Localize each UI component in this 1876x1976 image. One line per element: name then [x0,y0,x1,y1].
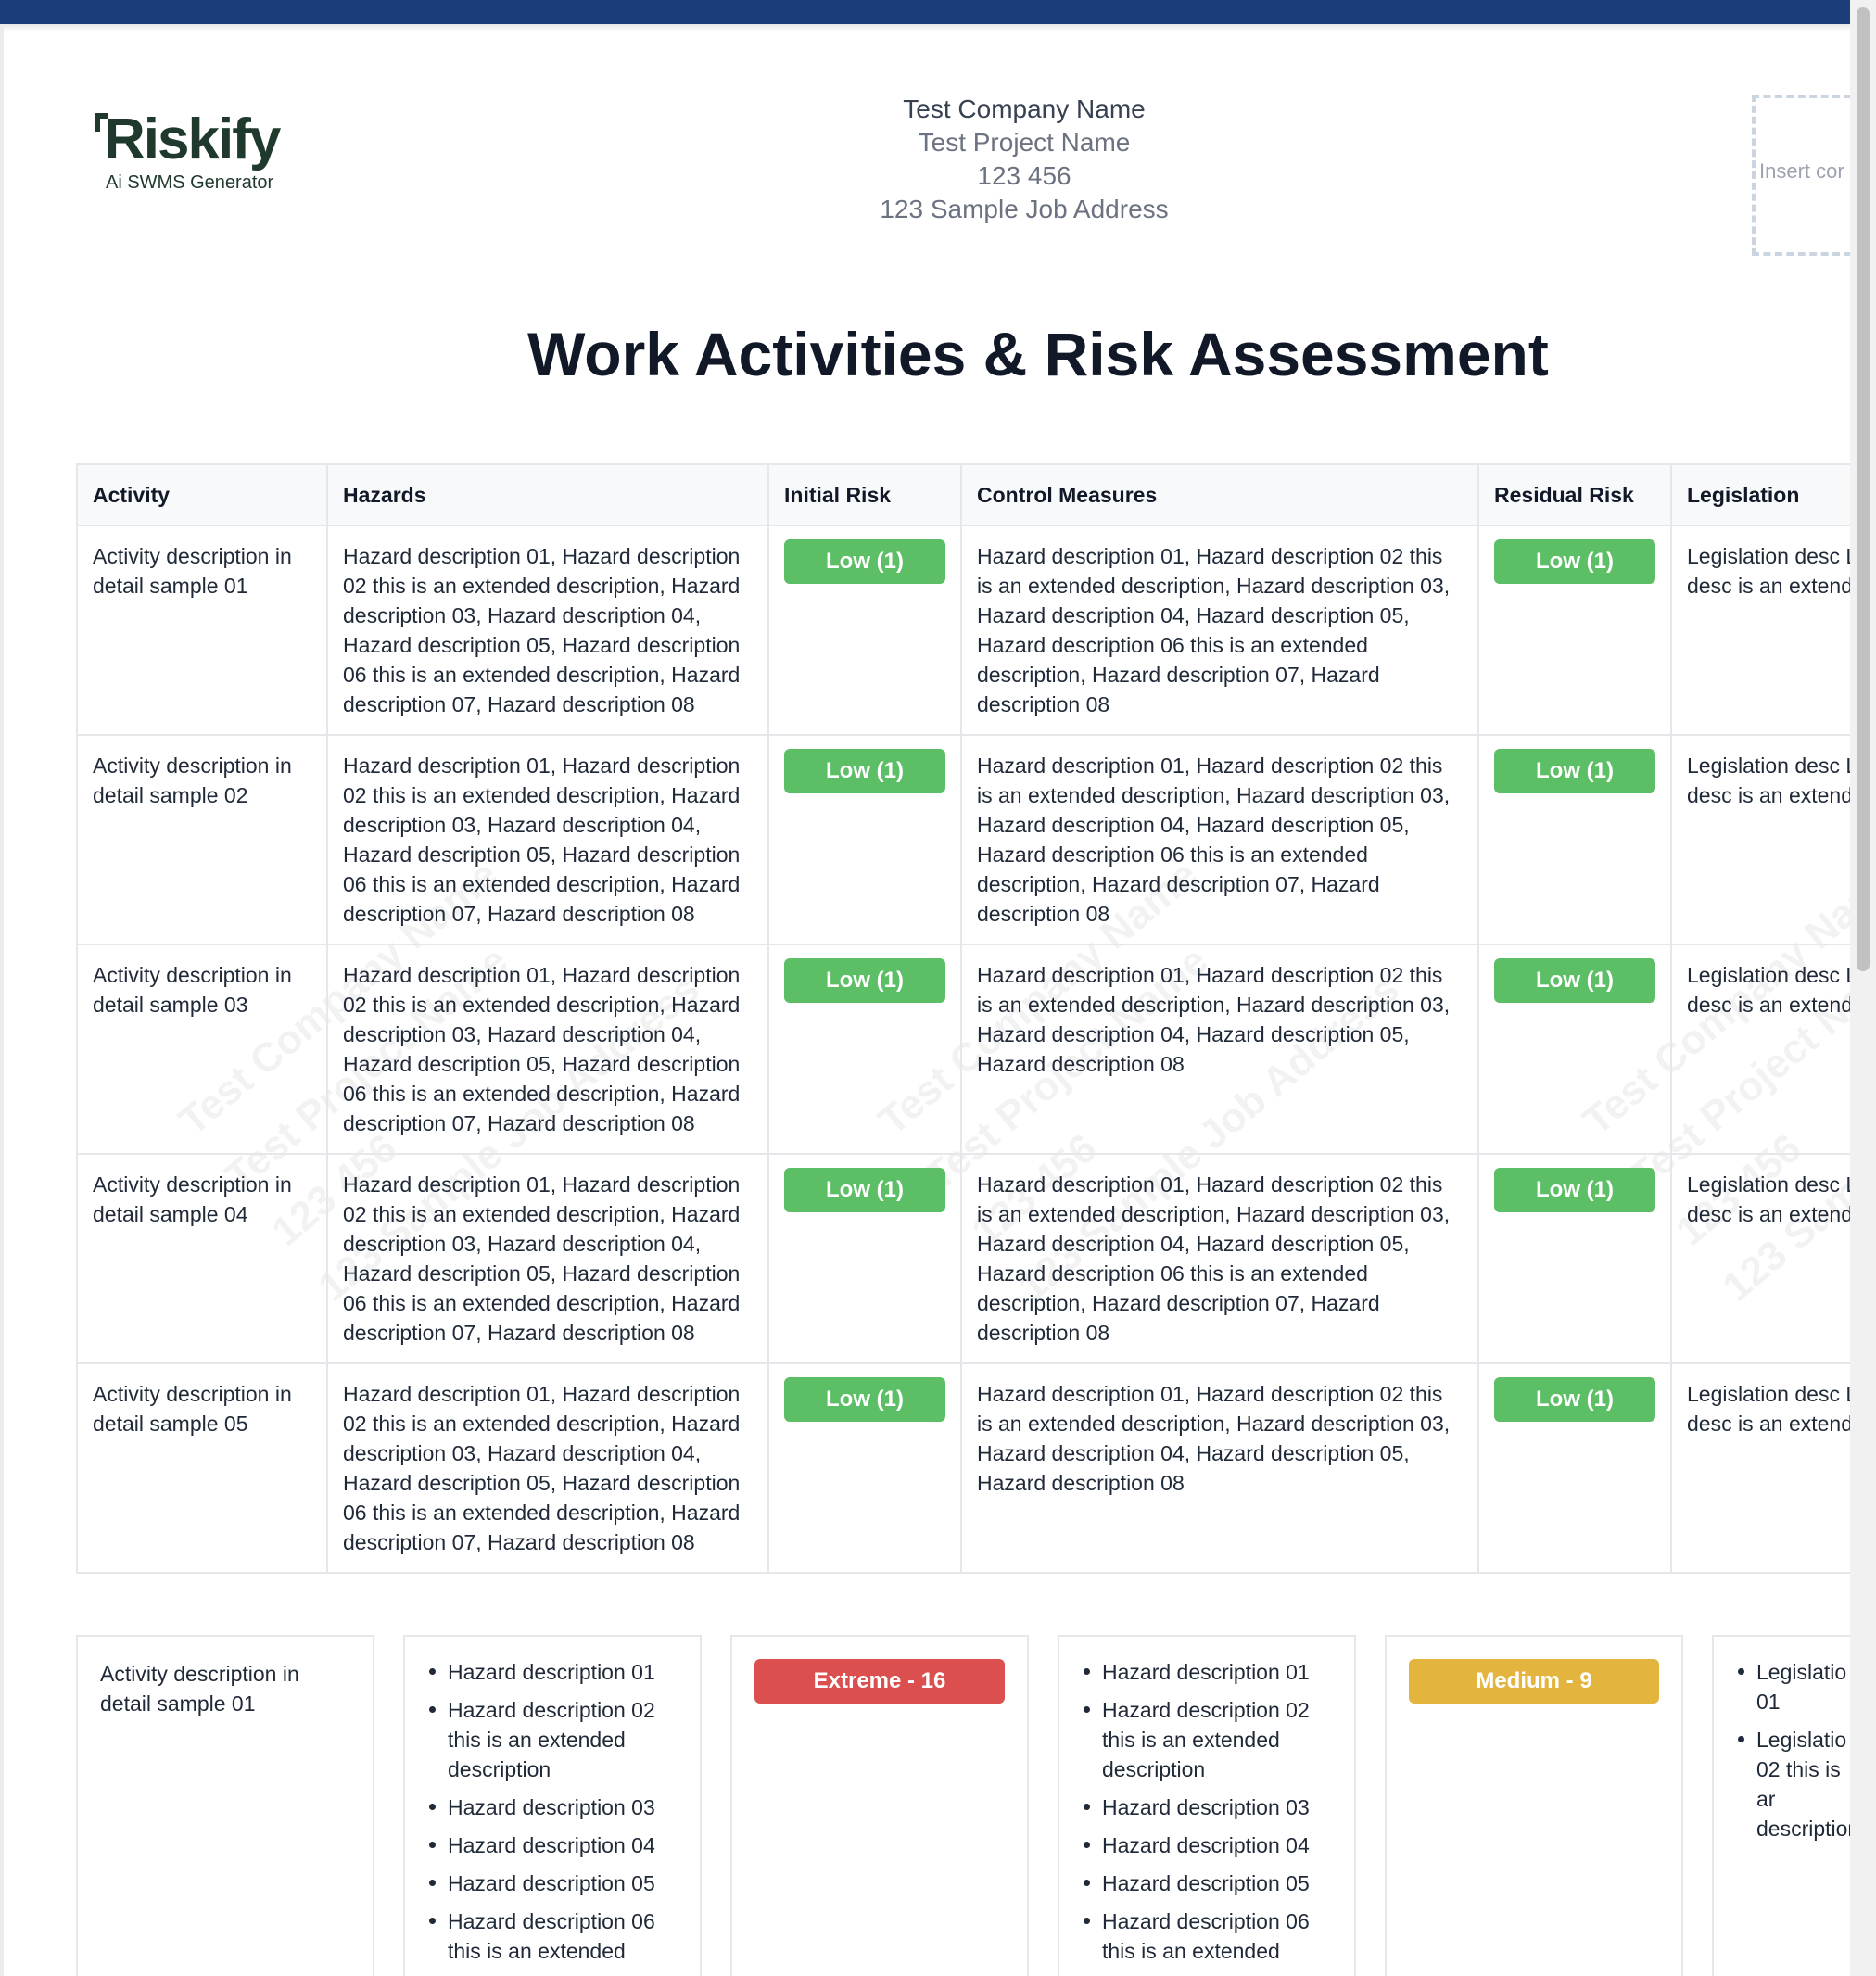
activity-cell: Activity description in detail sample 03 [76,944,328,1155]
legislation-cell: Legislation desc Legislation desc is an … [1670,1153,1850,1364]
residual-risk-badge: Low (1) [1494,1168,1655,1212]
header-residual-risk: Residual Risk [1477,463,1672,526]
list-item: Hazard description 05 [427,1868,678,1898]
legislation-cell: Legislation desc Legislation desc is an … [1670,525,1850,736]
residual-risk-cell: Low (1) [1477,1362,1672,1574]
hazards-cell: Hazard description 01, Hazard descriptio… [326,525,769,736]
table-header-row: Activity Hazards Initial Risk Control Me… [76,463,1850,526]
hazards-list: Hazard description 01 Hazard description… [405,1637,700,1966]
top-bar [0,0,1850,24]
list-item: Hazard description 02 this is an extende… [1082,1695,1332,1784]
insert-logo-label: Insert cor [1759,159,1844,183]
page-title: Work Activities & Risk Assessment [527,320,1549,388]
initial-risk-cell: Low (1) [767,944,962,1155]
project-name: Test Project Name [918,128,1131,157]
residual-risk-badge: Medium - 9 [1409,1659,1659,1704]
hazards-cell: Hazard description 01, Hazard descriptio… [326,1362,769,1574]
logo-tagline: Ai SWMS Generator [106,172,274,193]
activity-cell: Activity description in detail sample 04 [76,1153,328,1364]
list-item: Hazard description 03 [1082,1792,1332,1822]
company-details: Test Company Name Test Project Name 123 … [779,93,1270,226]
card-activity-text: Activity description in detail sample 01 [100,1662,299,1716]
list-item: Hazard description 04 [427,1830,678,1860]
residual-risk-badge: Low (1) [1494,749,1655,793]
hazards-cell: Hazard description 01, Hazard descriptio… [326,734,769,945]
hazards-cell: Hazard description 01, Hazard descriptio… [326,1153,769,1364]
legislation-card: Legislatio 01 Legislatio 02 this is ar d… [1712,1635,1850,1976]
legislation-cell: Legislation desc Legislation desc is an … [1670,944,1850,1155]
initial-risk-cell: Low (1) [767,525,962,736]
residual-risk-badge: Low (1) [1494,958,1655,1003]
project-number: 123 456 [977,161,1071,190]
residual-risk-cell: Low (1) [1477,944,1672,1155]
header-initial-risk: Initial Risk [767,463,962,526]
header-control-measures: Control Measures [960,463,1479,526]
controls-card: Hazard description 01 Hazard description… [1058,1635,1356,1976]
header-activity: Activity [76,463,328,526]
activity-cell: Activity description in detail sample 01 [76,525,328,736]
activity-cell: Activity description in detail sample 05 [76,1362,328,1574]
legislation-cell: Legislation desc Legislation desc is an … [1670,734,1850,945]
residual-risk-cell: Low (1) [1477,734,1672,945]
initial-risk-badge: Low (1) [784,1168,945,1212]
hazards-card: Hazard description 01 Hazard description… [403,1635,702,1976]
controls-cell: Hazard description 01, Hazard descriptio… [960,944,1479,1155]
residual-risk-badge: Low (1) [1494,539,1655,584]
logo-wordmark: Riskify [104,108,281,171]
controls-cell: Hazard description 01, Hazard descriptio… [960,1362,1479,1574]
initial-risk-badge: Low (1) [784,1377,945,1422]
initial-risk-cell: Low (1) [767,734,962,945]
table-row: Activity description in detail sample 03… [76,944,1850,1155]
legislation-cell: Legislation desc Legislation desc is an … [1670,1362,1850,1574]
activity-cell: Activity description in detail sample 02 [76,734,328,945]
list-item: Hazard description 03 [427,1792,678,1822]
document-page: Test Company Name Test Project Name 123 … [0,24,1850,1976]
initial-risk-cell: Low (1) [767,1362,962,1574]
initial-risk-cell: Low (1) [767,1153,962,1364]
activity-card: Activity description in detail sample 01 [76,1635,374,1976]
insert-company-logo-placeholder[interactable]: Insert cor [1752,95,1850,256]
list-item: Hazard description 04 [1082,1830,1332,1860]
residual-risk-cell: Low (1) [1477,1153,1672,1364]
controls-cell: Hazard description 01, Hazard descriptio… [960,1153,1479,1364]
initial-risk-badge: Low (1) [784,958,945,1003]
residual-risk-card: Medium - 9 [1385,1635,1683,1976]
header-hazards: Hazards [326,463,769,526]
controls-list: Hazard description 01 Hazard description… [1059,1637,1354,1966]
table-row: Activity description in detail sample 04… [76,1153,1850,1364]
job-address: 123 Sample Job Address [880,195,1169,223]
riskify-logo: Riskify Ai SWMS Generator [95,106,281,198]
controls-cell: Hazard description 01, Hazard descriptio… [960,734,1479,945]
initial-risk-badge: Low (1) [784,539,945,584]
list-item: Hazard description 06 this is an extende… [1082,1906,1332,1966]
residual-risk-cell: Low (1) [1477,525,1672,736]
list-item: Hazard description 01 [427,1657,678,1687]
hazards-cell: Hazard description 01, Hazard descriptio… [326,944,769,1155]
header-legislation: Legislation [1670,463,1850,526]
list-item: Hazard description 05 [1082,1868,1332,1898]
residual-risk-badge: Low (1) [1494,1377,1655,1422]
table-row: Activity description in detail sample 02… [76,734,1850,945]
legislation-list: Legislatio 01 Legislatio 02 this is ar d… [1714,1637,1850,1843]
company-name: Test Company Name [903,95,1146,123]
list-item: Hazard description 02 this is an extende… [427,1695,678,1784]
risk-assessment-table: Activity Hazards Initial Risk Control Me… [76,463,1850,1574]
table-row: Activity description in detail sample 05… [76,1362,1850,1574]
scrollbar-thumb[interactable] [1857,7,1870,971]
list-item: Legislatio 01 [1736,1657,1850,1716]
initial-risk-badge: Extreme - 16 [754,1659,1005,1704]
list-item: Hazard description 01 [1082,1657,1332,1687]
initial-risk-badge: Low (1) [784,749,945,793]
table-row: Activity description in detail sample 01… [76,525,1850,736]
list-item: Hazard description 06 this is an extende… [427,1906,678,1966]
list-item: Legislatio 02 this is ar description [1736,1725,1850,1843]
controls-cell: Hazard description 01, Hazard descriptio… [960,525,1479,736]
initial-risk-card: Extreme - 16 [730,1635,1029,1976]
